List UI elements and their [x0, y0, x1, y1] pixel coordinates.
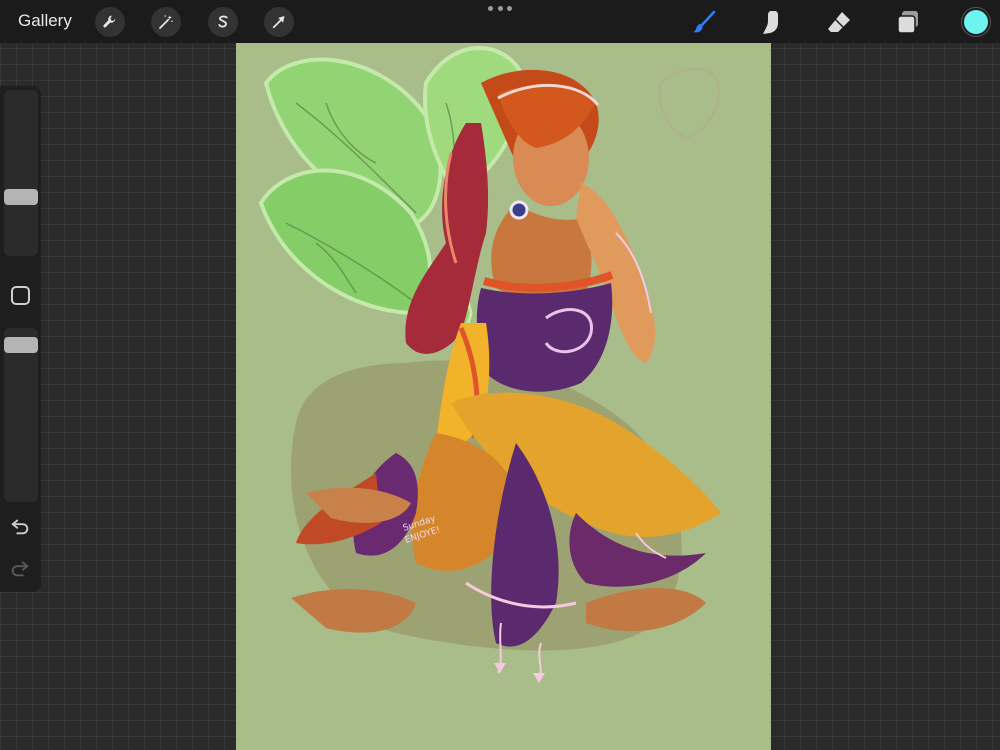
magic-wand-icon — [159, 15, 173, 29]
wrench-icon — [103, 15, 116, 28]
selection-button[interactable] — [208, 7, 238, 37]
layers-icon — [897, 11, 918, 34]
layers-button[interactable] — [894, 8, 922, 36]
undo-button[interactable] — [8, 514, 32, 538]
actions-button[interactable] — [95, 7, 125, 37]
brush-tool-button[interactable] — [690, 8, 718, 36]
smudge-finger-icon — [763, 11, 778, 34]
gallery-button[interactable]: Gallery — [18, 10, 72, 32]
brush-size-slider[interactable] — [4, 90, 38, 256]
opacity-slider[interactable] — [4, 328, 38, 502]
transform-button[interactable] — [264, 7, 294, 37]
brush-size-slider-thumb[interactable] — [4, 189, 38, 205]
redo-icon — [11, 561, 29, 577]
selection-s-icon — [218, 15, 228, 28]
eraser-tool-button[interactable] — [825, 8, 853, 36]
current-color-swatch[interactable] — [962, 8, 990, 36]
brush-icon — [693, 10, 716, 33]
smudge-tool-button[interactable] — [757, 8, 785, 36]
left-sidebar — [0, 86, 41, 592]
adjustments-button[interactable] — [151, 7, 181, 37]
top-toolbar: Gallery — [0, 0, 1000, 43]
more-options-ellipsis-icon[interactable] — [488, 6, 512, 14]
modify-button-square-modify-icon[interactable] — [11, 286, 30, 305]
arrow-cursor-icon — [272, 16, 285, 29]
eraser-icon — [828, 12, 850, 32]
redo-button[interactable] — [8, 556, 32, 580]
fairy-painting: Sunday ENJOYE! — [258, 46, 721, 683]
undo-icon — [11, 519, 29, 535]
drawing-canvas[interactable]: Sunday ENJOYE! — [236, 43, 771, 750]
opacity-slider-thumb[interactable] — [4, 337, 38, 353]
